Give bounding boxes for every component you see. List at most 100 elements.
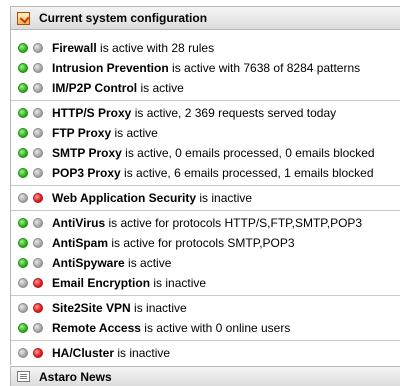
service-status: is active bbox=[128, 256, 172, 270]
status-off-light-icon bbox=[33, 303, 43, 313]
status-text: Intrusion Prevention is active with 7638… bbox=[52, 61, 360, 75]
status-text: AntiSpyware is active bbox=[52, 256, 171, 270]
status-row: Site2Site VPN is inactive bbox=[11, 298, 400, 318]
status-group: Web Application Security is inactive bbox=[11, 186, 400, 211]
status-off-light-icon bbox=[33, 148, 43, 158]
status-on-light-icon bbox=[18, 278, 28, 288]
status-off-light-icon bbox=[33, 128, 43, 138]
service-status: is active with 28 rules bbox=[100, 41, 215, 55]
service-status: is inactive bbox=[199, 191, 253, 205]
news-icon bbox=[17, 371, 30, 382]
status-off-light-icon bbox=[33, 108, 43, 118]
status-group: HA/Cluster is inactive bbox=[11, 341, 400, 365]
service-status: is active for protocols HTTP/S,FTP,SMTP,… bbox=[108, 216, 363, 230]
service-name: Firewall bbox=[52, 41, 97, 55]
status-row: HA/Cluster is inactive bbox=[11, 343, 400, 363]
service-status: is active bbox=[140, 81, 184, 95]
service-name: AntiVirus bbox=[52, 216, 106, 230]
service-status: is active, 2 369 requests served today bbox=[134, 106, 337, 120]
status-row: POP3 Proxy is active, 6 emails processed… bbox=[11, 163, 400, 183]
status-on-light-icon bbox=[18, 83, 28, 93]
status-off-light-icon bbox=[33, 193, 43, 203]
service-status: is active bbox=[114, 126, 158, 140]
status-row: Intrusion Prevention is active with 7638… bbox=[11, 58, 400, 78]
status-off-light-icon bbox=[33, 43, 43, 53]
status-row: HTTP/S Proxy is active, 2 369 requests s… bbox=[11, 103, 400, 123]
status-row: Email Encryption is inactive bbox=[11, 273, 400, 293]
service-status: is active, 6 emails processed, 1 emails … bbox=[124, 166, 374, 180]
service-name: Site2Site VPN bbox=[52, 301, 131, 315]
status-on-light-icon bbox=[18, 238, 28, 248]
status-text: AntiVirus is active for protocols HTTP/S… bbox=[52, 216, 362, 230]
status-on-light-icon bbox=[18, 63, 28, 73]
status-off-light-icon bbox=[33, 258, 43, 268]
service-name: AntiSpam bbox=[52, 236, 109, 250]
status-on-light-icon bbox=[18, 218, 28, 228]
status-group: Firewall is active with 28 rules Intrusio… bbox=[11, 36, 400, 101]
status-group: Site2Site VPN is inactive Remote Access i… bbox=[11, 296, 400, 341]
service-name: Intrusion Prevention bbox=[52, 61, 169, 75]
status-row: AntiVirus is active for protocols HTTP/S… bbox=[11, 213, 400, 233]
status-text: AntiSpam is active for protocols SMTP,PO… bbox=[52, 236, 295, 250]
status-off-light-icon bbox=[33, 238, 43, 248]
status-text: Remote Access is active with 0 online us… bbox=[52, 321, 290, 335]
service-name: IM/P2P Control bbox=[52, 81, 138, 95]
status-list: Firewall is active with 28 rules Intrusio… bbox=[11, 30, 400, 365]
service-status: is inactive bbox=[153, 276, 207, 290]
status-text: IM/P2P Control is active bbox=[52, 81, 184, 95]
service-status: is inactive bbox=[134, 301, 187, 315]
service-name: Web Application Security bbox=[52, 191, 197, 205]
service-name: AntiSpyware bbox=[52, 256, 125, 270]
status-text: FTP Proxy is active bbox=[52, 126, 158, 140]
status-text: POP3 Proxy is active, 6 emails processed… bbox=[52, 166, 374, 180]
service-name: Remote Access bbox=[52, 321, 141, 335]
status-row: Firewall is active with 28 rules bbox=[11, 38, 400, 58]
service-name: FTP Proxy bbox=[52, 126, 112, 140]
status-off-light-icon bbox=[33, 323, 43, 333]
status-row: AntiSpam is active for protocols SMTP,PO… bbox=[11, 233, 400, 253]
status-text: Email Encryption is inactive bbox=[52, 276, 206, 290]
status-on-light-icon bbox=[18, 348, 28, 358]
news-panel-header[interactable]: Astaro News bbox=[10, 366, 400, 386]
service-name: HTTP/S Proxy bbox=[52, 106, 132, 120]
status-row: Web Application Security is inactive bbox=[11, 188, 400, 208]
status-off-light-icon bbox=[33, 218, 43, 228]
status-text: Site2Site VPN is inactive bbox=[52, 301, 187, 315]
status-text: Web Application Security is inactive bbox=[52, 191, 252, 205]
status-group: HTTP/S Proxy is active, 2 369 requests s… bbox=[11, 101, 400, 186]
service-name: POP3 Proxy bbox=[52, 166, 121, 180]
status-row: FTP Proxy is active bbox=[11, 123, 400, 143]
status-text: HTTP/S Proxy is active, 2 369 requests s… bbox=[52, 106, 336, 120]
config-icon bbox=[17, 11, 30, 25]
panel-title: Current system configuration bbox=[39, 11, 208, 25]
status-on-light-icon bbox=[18, 303, 28, 313]
status-on-light-icon bbox=[18, 323, 28, 333]
service-name: SMTP Proxy bbox=[52, 146, 122, 160]
status-row: Remote Access is active with 0 online us… bbox=[11, 318, 400, 338]
status-row: AntiSpyware is active bbox=[11, 253, 400, 273]
status-on-light-icon bbox=[18, 128, 28, 138]
service-name: HA/Cluster bbox=[52, 346, 115, 360]
status-text: HA/Cluster is inactive bbox=[52, 346, 170, 360]
service-name: Email Encryption bbox=[52, 276, 151, 290]
service-status: is inactive bbox=[117, 346, 171, 360]
service-status: is active with 0 online users bbox=[144, 321, 291, 335]
status-row: IM/P2P Control is active bbox=[11, 78, 400, 98]
service-status: is active, 0 emails processed, 0 emails … bbox=[125, 146, 375, 160]
status-on-light-icon bbox=[18, 108, 28, 118]
status-off-light-icon bbox=[33, 83, 43, 93]
status-on-light-icon bbox=[18, 148, 28, 158]
status-group: AntiVirus is active for protocols HTTP/S… bbox=[11, 211, 400, 296]
status-on-light-icon bbox=[18, 43, 28, 53]
service-status: is active with 7638 of 8284 patterns bbox=[172, 61, 361, 75]
status-row: SMTP Proxy is active, 0 emails processed… bbox=[11, 143, 400, 163]
status-on-light-icon bbox=[18, 168, 28, 178]
status-off-light-icon bbox=[33, 278, 43, 288]
status-off-light-icon bbox=[33, 348, 43, 358]
status-on-light-icon bbox=[18, 193, 28, 203]
status-on-light-icon bbox=[18, 258, 28, 268]
status-text: Firewall is active with 28 rules bbox=[52, 41, 214, 55]
news-title: Astaro News bbox=[39, 369, 112, 384]
status-off-light-icon bbox=[33, 168, 43, 178]
status-off-light-icon bbox=[33, 63, 43, 73]
